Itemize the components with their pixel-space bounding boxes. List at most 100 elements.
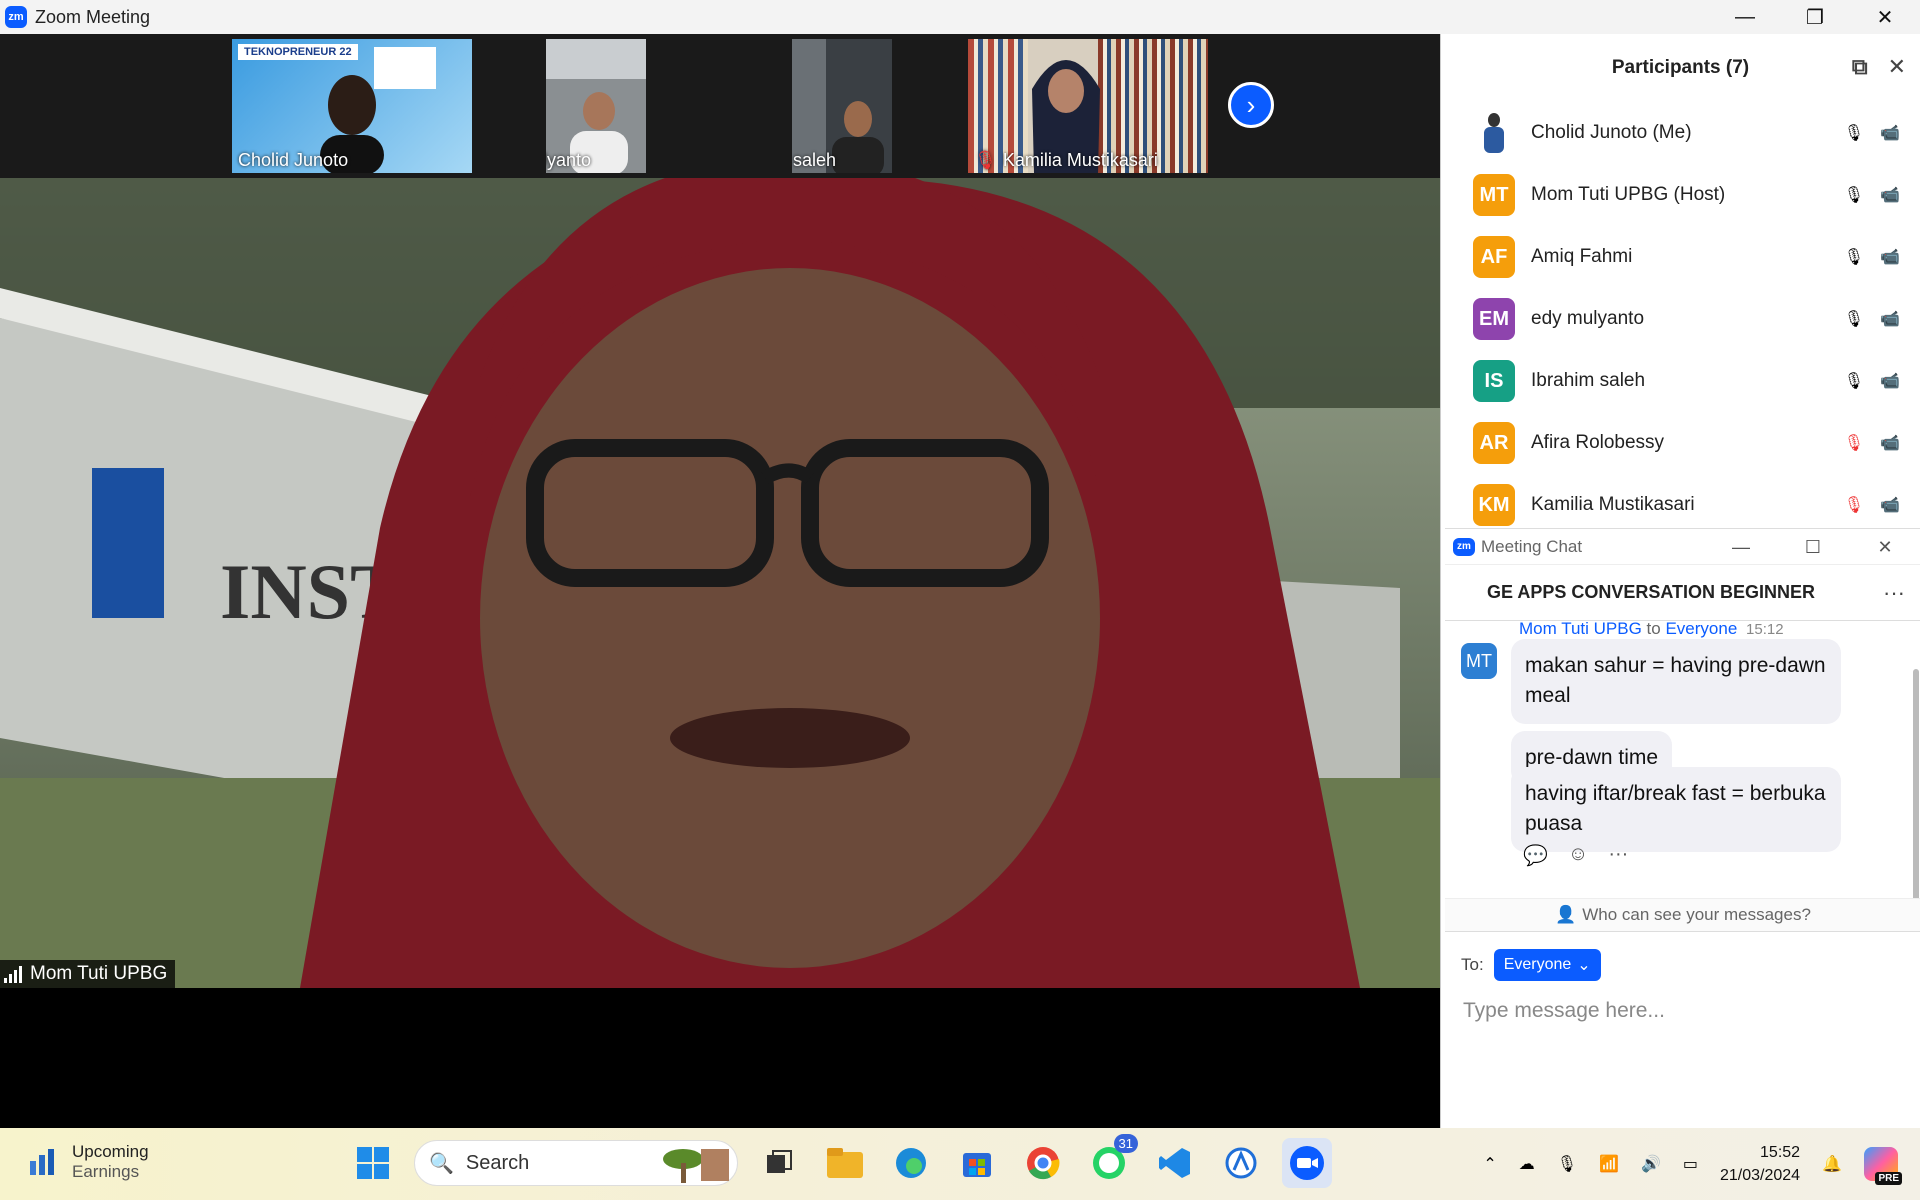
message-input[interactable] <box>1463 991 1903 1031</box>
participant-row[interactable]: IS Ibrahim saleh 🎙 📹 <box>1441 350 1920 412</box>
video-camera-icon[interactable]: 📹 <box>1880 371 1900 391</box>
app-icon[interactable] <box>1216 1138 1266 1188</box>
clock[interactable]: 15:52 21/03/2024 <box>1720 1141 1800 1187</box>
close-panel-icon[interactable]: ✕ <box>1888 54 1906 80</box>
reply-thread-icon[interactable]: 💬 <box>1523 843 1548 868</box>
recipient-name[interactable]: Everyone <box>1665 621 1737 638</box>
notifications-bell-icon[interactable]: 🔔 <box>1822 1154 1842 1174</box>
message-sender-line: Mom Tuti UPBG to Everyone 15:12 <box>1519 621 1784 639</box>
video-tile-ibrahim[interactable]: Ibrahim saleh <box>792 39 892 173</box>
mic-on-icon[interactable]: 🎙 <box>1844 371 1864 391</box>
message-actions: 💬 ☺ ··· <box>1523 843 1628 868</box>
taskbar-search[interactable]: 🔍 Search <box>414 1140 738 1186</box>
widget-subtitle: Earnings <box>72 1162 140 1181</box>
microphone-icon[interactable]: 🎙 <box>1557 1154 1577 1174</box>
chat-maximize-button[interactable]: ☐ <box>1777 529 1849 565</box>
sender-avatar[interactable]: MT <box>1461 643 1497 679</box>
video-tile-kamilia[interactable]: 🎙 Kamilia Mustikasari <box>968 39 1208 173</box>
battery-icon[interactable]: ▭ <box>1683 1154 1698 1174</box>
message-bubble[interactable]: makan sahur = having pre-dawn meal <box>1511 639 1841 724</box>
copilot-icon[interactable]: PRE <box>1864 1147 1902 1185</box>
sender-name[interactable]: Mom Tuti UPBG <box>1519 621 1642 638</box>
participant-row[interactable]: KM Kamilia Mustikasari 🎙 📹 <box>1441 474 1920 536</box>
participant-row[interactable]: EM edy mulyanto 🎙 📹 <box>1441 288 1920 350</box>
more-options-button[interactable]: ··· <box>1883 580 1905 606</box>
video-tile-cholid[interactable]: TEKNOPRENEUR 22 Cholid Junoto <box>232 39 472 173</box>
participant-row[interactable]: AR Afira Rolobessy 🎙 📹 <box>1441 412 1920 474</box>
participant-name: edy mulyanto <box>1531 308 1645 329</box>
visibility-info[interactable]: 👤 Who can see your messages? <box>1445 898 1920 932</box>
mic-muted-icon: 🎙 <box>974 150 997 170</box>
speaker-video-frame: INSTITUT <box>0 178 1440 988</box>
message-list: Mom Tuti UPBG to Everyone 15:12 MT makan… <box>1445 621 1920 881</box>
chat-minimize-button[interactable]: — <box>1705 529 1777 565</box>
volume-icon[interactable]: 🔊 <box>1641 1154 1661 1174</box>
participant-silhouette <box>832 101 884 173</box>
mic-muted-icon[interactable]: 🎙 <box>1844 495 1864 515</box>
message-bubble[interactable]: having iftar/break fast = berbuka puasa <box>1511 767 1841 852</box>
tile-name: Ibrahim saleh <box>792 150 837 170</box>
start-button[interactable] <box>348 1138 398 1188</box>
onedrive-icon[interactable]: ☁ <box>1519 1154 1535 1174</box>
minimize-button[interactable]: — <box>1710 0 1780 34</box>
video-camera-icon[interactable]: 📹 <box>1880 495 1900 515</box>
add-reaction-icon[interactable]: ☺ <box>1568 843 1588 868</box>
title-bar: zm Zoom Meeting — ❐ ✕ <box>0 0 1920 34</box>
search-highlight-icon <box>663 1149 729 1183</box>
next-page-button[interactable]: › <box>1228 82 1274 128</box>
zoom-taskbar-icon[interactable] <box>1282 1138 1332 1188</box>
recipient-value: Everyone <box>1503 956 1572 973</box>
participant-row[interactable]: Cholid Junoto (Me) 🎙 📹 <box>1441 102 1920 164</box>
zoom-logo-icon: zm <box>1453 537 1475 556</box>
meeting-chat-window: zm Meeting Chat — ☐ ✕ GE APPS CONVERSATI… <box>1445 528 1920 1128</box>
chrome-icon[interactable] <box>1018 1138 1068 1188</box>
recipient-dropdown[interactable]: Everyone ⌄ <box>1493 949 1601 981</box>
video-camera-icon[interactable]: 📹 <box>1880 309 1900 329</box>
mic-muted-icon[interactable]: 🎙 <box>1844 433 1864 453</box>
stock-chart-icon <box>30 1149 54 1175</box>
task-view-icon[interactable] <box>754 1138 804 1188</box>
pop-out-icon[interactable]: ⧉ <box>1852 54 1868 80</box>
microsoft-store-icon[interactable] <box>952 1138 1002 1188</box>
video-camera-icon[interactable]: 📹 <box>1880 433 1900 453</box>
zoom-logo-icon: zm <box>5 6 27 28</box>
mic-on-icon[interactable]: 🎙 <box>1844 247 1864 267</box>
whatsapp-icon[interactable]: 31 <box>1084 1134 1138 1188</box>
mic-on-icon[interactable]: 🎙 <box>1844 309 1864 329</box>
restore-button[interactable]: ❐ <box>1780 0 1850 34</box>
tile-name: Cholid Junoto <box>238 150 349 170</box>
chat-group-header: GE APPS CONVERSATION BEGINNER ··· <box>1445 565 1920 621</box>
chat-title-bar: zm Meeting Chat — ☐ ✕ <box>1445 529 1920 565</box>
participant-row[interactable]: AF Amiq Fahmi 🎙 📹 <box>1441 226 1920 288</box>
participant-name: Mom Tuti UPBG (Host) <box>1531 184 1726 205</box>
mic-on-icon[interactable]: 🎙 <box>1844 123 1864 143</box>
chat-close-button[interactable]: ✕ <box>1849 529 1920 565</box>
chat-scrollbar[interactable] <box>1913 669 1919 919</box>
recipient-row: To: Everyone ⌄ <box>1461 949 1601 981</box>
message-time: 15:12 <box>1746 621 1784 638</box>
participants-header: Participants (7) ⧉ ✕ <box>1441 34 1920 102</box>
video-camera-icon[interactable]: 📹 <box>1880 123 1900 143</box>
chat-window-title: Meeting Chat <box>1481 536 1583 556</box>
video-camera-icon[interactable]: 📹 <box>1880 247 1900 267</box>
participant-name: Amiq Fahmi <box>1531 246 1633 267</box>
participant-row[interactable]: MT Mom Tuti UPBG (Host) 🎙 📹 <box>1441 164 1920 226</box>
more-actions-icon[interactable]: ··· <box>1608 843 1628 868</box>
video-tile-edy[interactable]: edy mulyanto <box>546 39 646 173</box>
file-explorer-icon[interactable] <box>820 1138 870 1188</box>
to-word: to <box>1646 621 1661 638</box>
edge-browser-icon[interactable] <box>886 1138 936 1188</box>
video-camera-icon[interactable]: 📹 <box>1880 185 1900 205</box>
close-button[interactable]: ✕ <box>1850 0 1920 34</box>
avatar: IS <box>1473 360 1515 402</box>
visibility-text: Who can see your messages? <box>1582 905 1811 924</box>
participant-name: Ibrahim saleh <box>1531 370 1646 391</box>
wifi-icon[interactable]: 📶 <box>1599 1154 1619 1174</box>
vscode-icon[interactable] <box>1150 1138 1200 1188</box>
weather-widget[interactable]: Upcoming Earnings <box>28 1142 149 1182</box>
show-hidden-icons-icon[interactable]: ⌃ <box>1483 1154 1496 1174</box>
user-photo-icon <box>1484 113 1504 153</box>
participant-list: Cholid Junoto (Me) 🎙 📹 MT Mom Tuti UPBG (… <box>1441 102 1920 536</box>
mic-on-icon[interactable]: 🎙 <box>1844 185 1864 205</box>
taskbar-apps: 🔍 Search 31 <box>348 1134 1332 1188</box>
